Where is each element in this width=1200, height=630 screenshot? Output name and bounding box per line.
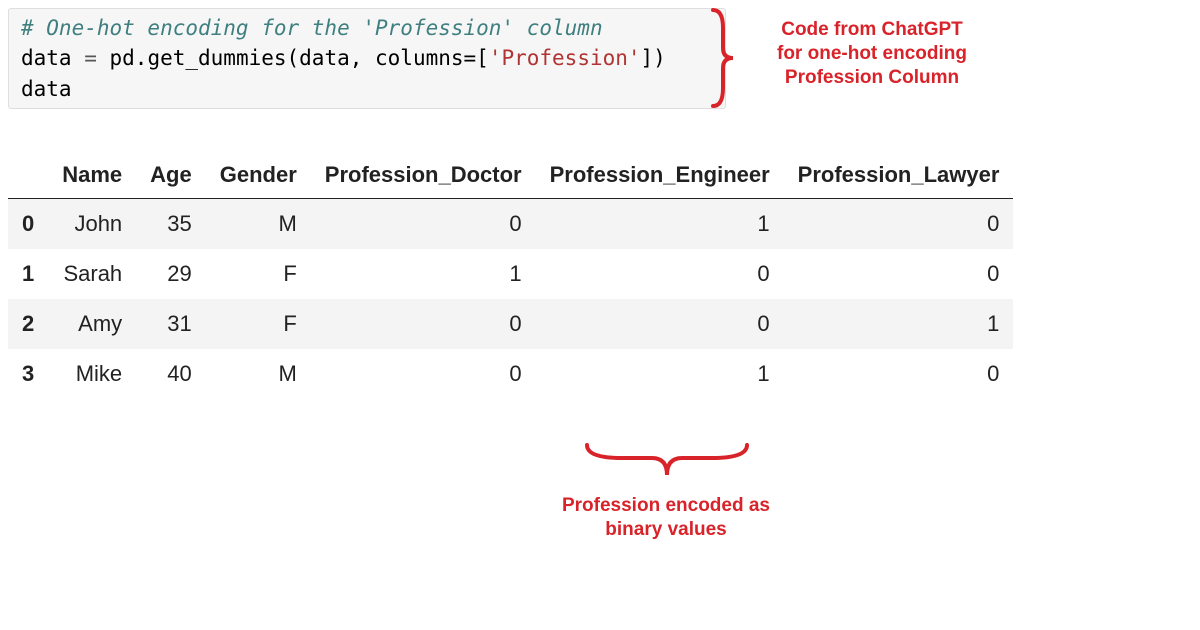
table-cell: Mike (48, 349, 136, 399)
table-cell: John (48, 199, 136, 250)
table-cell: F (206, 299, 311, 349)
code-cell: # One-hot encoding for the 'Profession' … (8, 8, 726, 109)
table-cell: 1 (311, 249, 536, 299)
table-cell: 0 (311, 299, 536, 349)
code-op: = (72, 46, 110, 70)
annotation-bottom-line: Profession encoded as (556, 494, 776, 518)
table-row: 0 John 35 M 0 1 0 (8, 199, 1013, 250)
table-cell: 0 (311, 199, 536, 250)
table-cell: 40 (136, 349, 206, 399)
table-cell: 0 (784, 249, 1014, 299)
code-line3: data (21, 77, 72, 101)
table-cell: Sarah (48, 249, 136, 299)
table-cell: Amy (48, 299, 136, 349)
table-row: 2 Amy 31 F 0 0 1 (8, 299, 1013, 349)
table-cell: 0 (536, 249, 784, 299)
table-cell: 29 (136, 249, 206, 299)
annotation-top-line: Code from ChatGPT (742, 18, 1002, 42)
annotation-top-line: Profession Column (742, 66, 1002, 90)
table-cell: M (206, 199, 311, 250)
annotation-bottom-line: binary values (556, 518, 776, 542)
table-column-header: Age (136, 154, 206, 199)
table-index-cell: 2 (8, 299, 48, 349)
code-string: 'Profession' (489, 46, 641, 70)
annotation-bottom: Profession encoded as binary values (556, 494, 776, 542)
table-cell: 1 (536, 349, 784, 399)
annotation-top: Code from ChatGPT for one-hot encoding P… (742, 18, 1002, 89)
table-cell: 31 (136, 299, 206, 349)
annotation-top-line: for one-hot encoding (742, 42, 1002, 66)
table-cell: 35 (136, 199, 206, 250)
dataframe-table: Name Age Gender Profession_Doctor Profes… (8, 154, 1013, 399)
code-tail: ]) (641, 46, 666, 70)
brace-down-icon (582, 440, 752, 480)
table-header-row: Name Age Gender Profession_Doctor Profes… (8, 154, 1013, 199)
table-cell: 1 (784, 299, 1014, 349)
table-index-cell: 3 (8, 349, 48, 399)
table-cell: 0 (536, 299, 784, 349)
table-cell: 1 (536, 199, 784, 250)
table-index-cell: 0 (8, 199, 48, 250)
table-column-header: Name (48, 154, 136, 199)
table-row: 1 Sarah 29 F 1 0 0 (8, 249, 1013, 299)
table-cell: 0 (311, 349, 536, 399)
table-cell: F (206, 249, 311, 299)
brace-right-icon (708, 8, 738, 108)
table-column-header: Profession_Lawyer (784, 154, 1014, 199)
table-index-header (8, 154, 48, 199)
table-column-header: Profession_Engineer (536, 154, 784, 199)
table-cell: 0 (784, 199, 1014, 250)
table-row: 3 Mike 40 M 0 1 0 (8, 349, 1013, 399)
code-func: pd.get_dummies(data, columns=[ (110, 46, 489, 70)
table-index-cell: 1 (8, 249, 48, 299)
table-column-header: Gender (206, 154, 311, 199)
table-cell: 0 (784, 349, 1014, 399)
code-comment: # One-hot encoding for the 'Profession' … (21, 16, 603, 40)
table-cell: M (206, 349, 311, 399)
code-lhs: data (21, 46, 72, 70)
table-column-header: Profession_Doctor (311, 154, 536, 199)
